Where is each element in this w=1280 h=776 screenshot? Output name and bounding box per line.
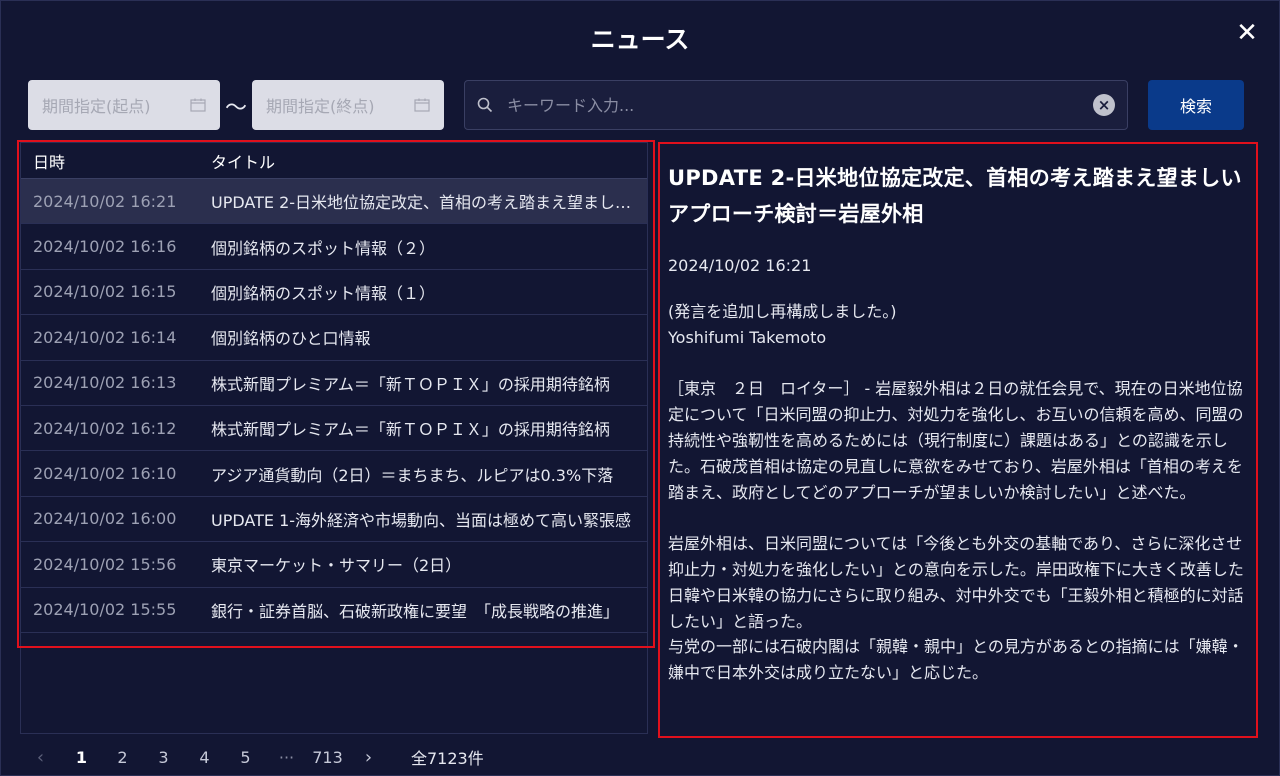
article-body: (発言を追加し再構成しました。) Yoshifumi Takemoto ［東京 … <box>668 302 1244 683</box>
news-row-date: 2024/10/02 16:10 <box>33 464 177 484</box>
news-row-title: 株式新聞プレミアム＝「新ＴＯＰＩＸ」の採用期待銘柄 <box>211 374 610 394</box>
news-row-title: 個別銘柄のスポット情報（２） <box>211 238 436 258</box>
search-button[interactable]: 検索 <box>1148 80 1244 130</box>
news-row[interactable]: 2024/10/02 16:10 アジア通貨動向（2日）＝まちまち、ルピアは0.3… <box>21 451 647 497</box>
news-row-date: 2024/10/02 16:12 <box>33 418 177 438</box>
chevron-left-icon[interactable]: ‹ <box>20 747 61 768</box>
news-row-title: 株式新聞プレミアム＝「新ＴＯＰＩＸ」の採用期待銘柄 <box>211 420 610 440</box>
list-rows: 2024/10/02 16:21 UPDATE 2-日米地位協定改定、首相の考え踏… <box>21 179 647 633</box>
news-row[interactable]: 2024/10/02 16:00 UPDATE 1-海外経済や市場動向、当面は極め… <box>21 497 647 543</box>
article-title: UPDATE 2-日米地位協定改定、首相の考え踏まえ望ましいアプローチ検討＝岩屋… <box>668 166 1242 226</box>
page-1[interactable]: 1 <box>61 748 102 767</box>
pagination-ellipsis: ··· <box>278 747 295 767</box>
news-row[interactable]: 2024/10/02 16:16 個別銘柄のスポット情報（２） <box>21 224 647 270</box>
news-row[interactable]: 2024/10/02 15:56 東京マーケット・サマリー（2日） <box>21 542 647 588</box>
news-row-date: 2024/10/02 16:21 <box>33 191 177 211</box>
dialog-title: ニュース <box>590 25 690 54</box>
search-icon <box>477 97 493 113</box>
clear-icon[interactable]: × <box>1093 94 1115 116</box>
end-date-field[interactable]: 期間指定(終点) <box>252 80 444 130</box>
range-separator: ～ <box>224 96 247 121</box>
news-row-title: 銀行・証券首脳、石破新政権に要望 「成長戦略の推進」 <box>211 601 620 621</box>
start-date-placeholder: 期間指定(起点) <box>42 97 151 116</box>
news-row-date: 2024/10/02 16:13 <box>33 373 177 393</box>
page-4[interactable]: 4 <box>184 748 225 767</box>
page-2[interactable]: 2 <box>102 748 143 767</box>
list-header: 日時 タイトル <box>21 143 647 179</box>
news-row-date: 2024/10/02 15:55 <box>33 600 177 620</box>
end-date-placeholder: 期間指定(終点) <box>266 97 375 116</box>
news-row-title: 東京マーケット・サマリー（2日） <box>211 556 462 576</box>
news-row-title: アジア通貨動向（2日）＝まちまち、ルピアは0.3%下落 <box>211 465 614 485</box>
page-5[interactable]: 5 <box>225 748 266 767</box>
column-header-date: 日時 <box>33 152 66 172</box>
news-row-title: UPDATE 2-日米地位協定改定、首相の考え踏まえ望ましいアプローチ検討＝岩屋… <box>211 193 639 213</box>
pagination: ‹ 12345 ··· 713 › 全7123件 <box>20 744 484 770</box>
news-row[interactable]: 2024/10/02 16:12 株式新聞プレミアム＝「新ＴＯＰＩＸ」の採用期待銘… <box>21 406 647 452</box>
article-detail: UPDATE 2-日米地位協定改定、首相の考え踏まえ望ましいアプローチ検討＝岩屋… <box>658 142 1258 738</box>
news-row-title: UPDATE 1-海外経済や市場動向、当面は極めて高い緊張感 <box>211 510 632 530</box>
news-row-date: 2024/10/02 16:16 <box>33 237 177 257</box>
total-count: 全7123件 <box>411 749 484 768</box>
calendar-icon <box>190 98 206 112</box>
chevron-right-icon[interactable]: › <box>348 747 389 768</box>
start-date-field[interactable]: 期間指定(起点) <box>28 80 220 130</box>
news-row-title: 個別銘柄のスポット情報（１） <box>211 283 436 303</box>
news-list: 日時 タイトル 2024/10/02 16:21 UPDATE 2-日米地位協定改… <box>20 142 648 734</box>
news-row-title: 個別銘柄のひと口情報 <box>211 329 371 349</box>
news-row[interactable]: 2024/10/02 16:21 UPDATE 2-日米地位協定改定、首相の考え踏… <box>21 179 647 225</box>
page-3[interactable]: 3 <box>143 748 184 767</box>
close-icon[interactable]: ✕ <box>1234 20 1260 46</box>
column-header-title: タイトル <box>211 152 276 172</box>
calendar-icon <box>414 98 430 112</box>
search-input[interactable] <box>507 95 1093 115</box>
page-last[interactable]: 713 <box>307 748 348 767</box>
news-row-date: 2024/10/02 16:14 <box>33 327 177 347</box>
news-row-date: 2024/10/02 16:00 <box>33 509 177 529</box>
news-row[interactable]: 2024/10/02 16:15 個別銘柄のスポット情報（１） <box>21 270 647 316</box>
news-row[interactable]: 2024/10/02 15:55 銀行・証券首脳、石破新政権に要望 「成長戦略の推… <box>21 588 647 633</box>
page-numbers: 12345 <box>61 748 266 767</box>
news-row-date: 2024/10/02 16:15 <box>33 282 177 302</box>
search-box: × <box>464 80 1128 130</box>
news-row-date: 2024/10/02 15:56 <box>33 554 177 574</box>
article-date: 2024/10/02 16:21 <box>668 256 812 275</box>
news-row[interactable]: 2024/10/02 16:14 個別銘柄のひと口情報 <box>21 315 647 361</box>
news-row[interactable]: 2024/10/02 16:13 株式新聞プレミアム＝「新ＴＯＰＩＸ」の採用期待銘… <box>21 361 647 406</box>
